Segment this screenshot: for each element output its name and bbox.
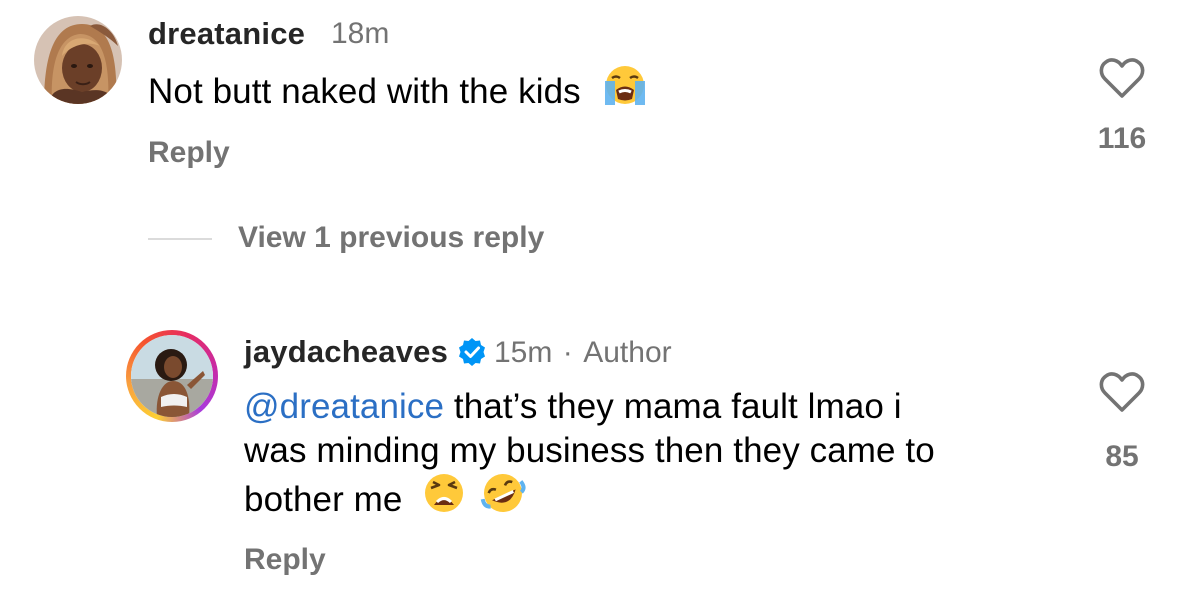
author-label: Author [583,336,672,369]
comment-username[interactable]: dreatanice [148,16,305,52]
like-button[interactable] [1098,370,1146,419]
reply-username[interactable]: jaydacheaves [244,334,448,369]
like-count: 85 [1105,440,1139,473]
like-count: 116 [1097,122,1147,155]
like-button[interactable] [1098,56,1146,105]
comment-text-content: Not butt naked with the kids [148,71,581,111]
reply-text-segment: that’s they mama fault lmao i [444,387,902,426]
avatar[interactable] [34,16,122,104]
reply-header: jaydacheaves 15m · Author [244,334,672,375]
reply-text-line-3: bother me [244,473,935,530]
meta-separator: · [562,336,573,369]
reply-text-segment: bother me [244,479,403,519]
heart-outline-icon [1099,58,1145,98]
weary-face-emoji [422,471,466,526]
reply-text: @dreatanice that’s they mama fault lmao … [244,385,935,530]
comment-timestamp: 18m [331,17,390,50]
reply-button[interactable]: Reply [244,543,326,577]
reply-timestamp: 15m [493,336,553,369]
avatar-photo [34,16,122,104]
reply-text-line-1: @dreatanice that’s they mama fault lmao … [244,385,935,429]
comment-text: Not butt naked with the kids [148,66,649,121]
replies-divider [148,238,212,240]
avatar-photo [131,335,213,417]
reply-text-line-2: was minding my business then they came t… [244,431,935,470]
verified-badge-icon [457,337,487,372]
avatar [131,335,213,417]
rolling-on-floor-laughing-emoji [478,470,528,527]
view-previous-replies-button[interactable]: View 1 previous reply [238,221,544,255]
avatar-story-ring[interactable] [126,330,218,422]
reply-button[interactable]: Reply [148,136,230,170]
mention-link[interactable]: @dreatanice [244,387,444,426]
heart-outline-icon [1099,372,1145,412]
loudly-crying-face-emoji [601,63,649,118]
